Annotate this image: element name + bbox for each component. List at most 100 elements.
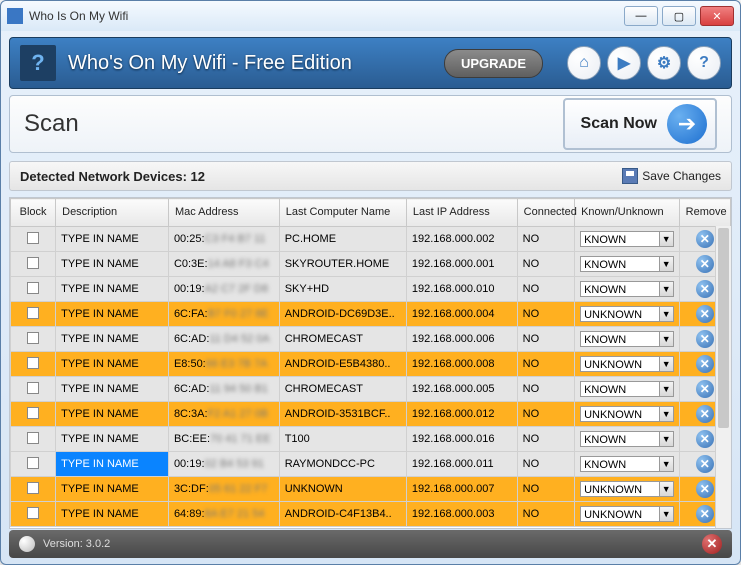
block-checkbox[interactable] xyxy=(27,282,39,294)
block-checkbox[interactable] xyxy=(27,232,39,244)
block-checkbox[interactable] xyxy=(27,482,39,494)
chevron-down-icon[interactable]: ▼ xyxy=(660,231,674,247)
remove-button[interactable]: ✕ xyxy=(696,255,714,273)
description-cell[interactable]: TYPE IN NAME xyxy=(56,377,169,402)
known-select[interactable]: UNKNOWN▼ xyxy=(580,306,674,322)
known-select[interactable]: UNKNOWN▼ xyxy=(580,406,674,422)
description-cell[interactable]: TYPE IN NAME xyxy=(56,252,169,277)
connected-cell: NO xyxy=(517,427,574,452)
block-checkbox[interactable] xyxy=(27,382,39,394)
remove-button[interactable]: ✕ xyxy=(696,305,714,323)
chevron-down-icon[interactable]: ▼ xyxy=(660,431,674,447)
block-checkbox[interactable] xyxy=(27,432,39,444)
app-icon xyxy=(7,8,23,24)
chevron-down-icon[interactable]: ▼ xyxy=(660,506,674,522)
chevron-down-icon[interactable]: ▼ xyxy=(660,331,674,347)
remove-button[interactable]: ✕ xyxy=(696,505,714,523)
chevron-down-icon[interactable]: ▼ xyxy=(660,281,674,297)
block-checkbox[interactable] xyxy=(27,507,39,519)
block-checkbox[interactable] xyxy=(27,257,39,269)
table-row[interactable]: TYPE IN NAME6C:FA:B7 F0 27 8EANDROID-DC6… xyxy=(11,302,731,327)
known-select[interactable]: KNOWN▼ xyxy=(580,381,674,397)
table-row[interactable]: TYPE IN NAME00:19:A2 C7 2F D8SKY+HD192.1… xyxy=(11,277,731,302)
col-remove[interactable]: Remove xyxy=(679,199,730,227)
remove-button[interactable]: ✕ xyxy=(696,380,714,398)
col-computer[interactable]: Last Computer Name xyxy=(279,199,406,227)
help-icon[interactable]: ? xyxy=(687,46,721,80)
product-title: Who's On My Wifi - Free Edition xyxy=(68,52,432,75)
description-cell[interactable]: TYPE IN NAME xyxy=(56,477,169,502)
table-row[interactable]: TYPE IN NAME6C:AD:11 D4 52 0ACHROMECAST1… xyxy=(11,327,731,352)
vertical-scrollbar[interactable] xyxy=(715,226,731,528)
col-ip[interactable]: Last IP Address xyxy=(406,199,517,227)
close-button[interactable]: ✕ xyxy=(700,6,734,26)
block-checkbox[interactable] xyxy=(27,357,39,369)
table-row[interactable]: TYPE IN NAMEC0:3E:14 A8 F3 C4SKYROUTER.H… xyxy=(11,252,731,277)
table-row[interactable]: TYPE IN NAME64:89:8A E7 21 54ANDROID-C4F… xyxy=(11,502,731,527)
block-checkbox[interactable] xyxy=(27,307,39,319)
table-row[interactable]: TYPE IN NAMEE8:50:66 E3 7B 7AANDROID-E5B… xyxy=(11,352,731,377)
chevron-down-icon[interactable]: ▼ xyxy=(660,406,674,422)
remove-button[interactable]: ✕ xyxy=(696,405,714,423)
known-select[interactable]: KNOWN▼ xyxy=(580,231,674,247)
home-icon[interactable]: ⌂ xyxy=(567,46,601,80)
known-select[interactable]: UNKNOWN▼ xyxy=(580,506,674,522)
description-cell[interactable]: TYPE IN NAME xyxy=(56,427,169,452)
col-connected[interactable]: Connected xyxy=(517,199,574,227)
remove-button[interactable]: ✕ xyxy=(696,330,714,348)
known-select[interactable]: KNOWN▼ xyxy=(580,431,674,447)
chevron-down-icon[interactable]: ▼ xyxy=(660,256,674,272)
known-select[interactable]: KNOWN▼ xyxy=(580,456,674,472)
description-cell[interactable]: TYPE IN NAME xyxy=(56,352,169,377)
minimize-button[interactable]: — xyxy=(624,6,658,26)
upgrade-button[interactable]: UPGRADE xyxy=(444,49,543,78)
remove-button[interactable]: ✕ xyxy=(696,430,714,448)
known-select[interactable]: KNOWN▼ xyxy=(580,281,674,297)
computer-cell: CHROMECAST xyxy=(279,377,406,402)
chevron-down-icon[interactable]: ▼ xyxy=(660,356,674,372)
remove-button[interactable]: ✕ xyxy=(696,480,714,498)
col-block[interactable]: Block xyxy=(11,199,56,227)
chevron-down-icon[interactable]: ▼ xyxy=(660,456,674,472)
status-close-button[interactable]: ✕ xyxy=(702,534,722,554)
description-cell[interactable]: TYPE IN NAME xyxy=(56,302,169,327)
ip-cell: 192.168.000.008 xyxy=(406,352,517,377)
description-cell[interactable]: TYPE IN NAME xyxy=(56,277,169,302)
play-icon[interactable]: ▶ xyxy=(607,46,641,80)
chevron-down-icon[interactable]: ▼ xyxy=(660,481,674,497)
remove-button[interactable]: ✕ xyxy=(696,230,714,248)
col-mac[interactable]: Mac Address xyxy=(168,199,279,227)
block-checkbox[interactable] xyxy=(27,457,39,469)
chevron-down-icon[interactable]: ▼ xyxy=(660,306,674,322)
description-cell[interactable]: TYPE IN NAME xyxy=(56,327,169,352)
table-row[interactable]: TYPE IN NAME6C:AD:11 94 50 B1CHROMECAST1… xyxy=(11,377,731,402)
table-row[interactable]: TYPE IN NAME00:25:C3 F4 B7 11PC.HOME192.… xyxy=(11,227,731,252)
maximize-button[interactable]: ▢ xyxy=(662,6,696,26)
table-row[interactable]: TYPE IN NAME8C:3A:F2 A1 27 0BANDROID-353… xyxy=(11,402,731,427)
table-row[interactable]: TYPE IN NAME00:19:02 B4 53 91RAYMONDCC-P… xyxy=(11,452,731,477)
chevron-down-icon[interactable]: ▼ xyxy=(660,381,674,397)
known-select[interactable]: KNOWN▼ xyxy=(580,256,674,272)
known-select[interactable]: KNOWN▼ xyxy=(580,331,674,347)
block-checkbox[interactable] xyxy=(27,407,39,419)
remove-button[interactable]: ✕ xyxy=(696,455,714,473)
block-checkbox[interactable] xyxy=(27,332,39,344)
remove-button[interactable]: ✕ xyxy=(696,280,714,298)
scrollbar-thumb[interactable] xyxy=(718,228,729,428)
known-select[interactable]: UNKNOWN▼ xyxy=(580,481,674,497)
settings-icon[interactable]: ⚙ xyxy=(647,46,681,80)
description-cell[interactable]: TYPE IN NAME xyxy=(56,502,169,527)
table-row[interactable]: TYPE IN NAME3C:DF:05 61 22 F7UNKNOWN192.… xyxy=(11,477,731,502)
table-row[interactable]: TYPE IN NAMEBC:EE:70 41 71 EET100192.168… xyxy=(11,427,731,452)
scan-now-button[interactable]: Scan Now ➔ xyxy=(563,98,717,150)
known-select[interactable]: UNKNOWN▼ xyxy=(580,356,674,372)
remove-button[interactable]: ✕ xyxy=(696,355,714,373)
description-cell[interactable]: TYPE IN NAME xyxy=(56,452,169,477)
col-description[interactable]: Description xyxy=(56,199,169,227)
col-known[interactable]: Known/Unknown xyxy=(575,199,680,227)
description-cell[interactable]: TYPE IN NAME xyxy=(56,402,169,427)
statusbar: Version: 3.0.2 ✕ xyxy=(9,530,732,558)
known-unknown-cell: UNKNOWN▼ xyxy=(575,502,680,527)
save-changes-button[interactable]: Save Changes xyxy=(622,168,721,184)
description-cell[interactable]: TYPE IN NAME xyxy=(56,227,169,252)
